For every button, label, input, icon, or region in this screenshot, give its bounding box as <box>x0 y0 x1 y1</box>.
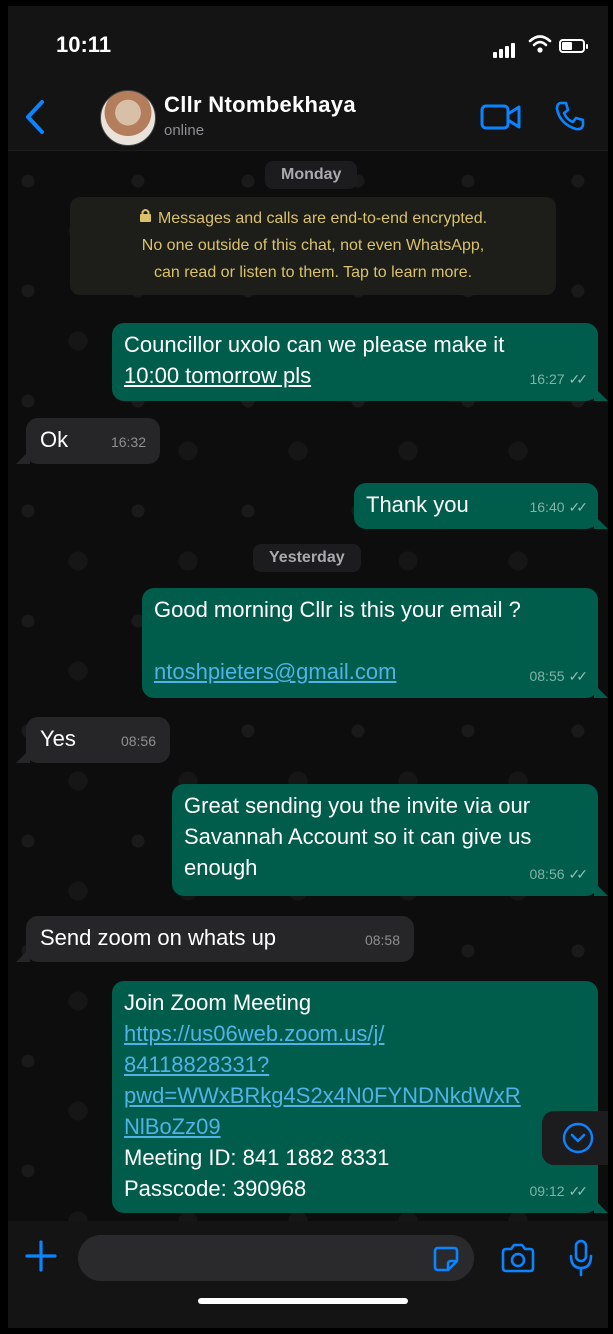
lock-icon <box>139 205 152 232</box>
message-meta: 08:56 <box>121 726 156 757</box>
message-meta: 08:55 ✓✓ <box>529 661 589 692</box>
message-time: 08:58 <box>364 932 400 948</box>
outgoing-message[interactable]: Good morning Cllr is this your email ? n… <box>142 588 608 698</box>
encryption-line: No one outside of this chat, not even Wh… <box>141 237 485 255</box>
chevron-down-icon <box>562 1122 594 1154</box>
read-ticks-icon: ✓✓ <box>568 371 589 387</box>
read-ticks-icon: ✓✓ <box>568 499 589 515</box>
message-meta: 09:12 ✓✓ <box>529 1176 589 1207</box>
message-meta: 16:32 <box>111 427 146 458</box>
encryption-line: can read or listen to them. Tap to learn… <box>153 264 473 282</box>
zoom-link[interactable]: https://us06web.zoom.us/j/ <box>124 1018 586 1049</box>
zoom-link[interactable]: pwd=WWxBRkg4S2x4N0FYNDNkdWxR <box>124 1080 586 1111</box>
microphone-icon[interactable] <box>568 1239 594 1277</box>
message-text: Good morning Cllr is this your email ? <box>154 597 521 622</box>
chat-screen: 10:11 Cllr Ntombekhaya online Monday Mes… <box>8 6 608 1328</box>
message-meta: 16:40 ✓✓ <box>529 492 589 523</box>
message-meta: 08:56 ✓✓ <box>529 859 589 890</box>
message-time: 16:40 <box>529 499 565 515</box>
message-time: 16:32 <box>110 434 146 450</box>
meeting-id: Meeting ID: 841 1882 8331 <box>124 1145 390 1170</box>
message-meta: 16:27 ✓✓ <box>529 364 589 395</box>
encryption-notice[interactable]: Messages and calls are end-to-end encryp… <box>70 197 556 295</box>
zoom-link[interactable]: NlBoZz09 <box>124 1111 586 1142</box>
outgoing-message[interactable]: Great sending you the invite via our Sav… <box>172 784 608 896</box>
sticker-icon[interactable] <box>432 1245 460 1273</box>
email-link[interactable]: ntoshpieters@gmail.com <box>154 656 396 687</box>
contact-status: online <box>164 122 205 139</box>
message-meta: 08:58 <box>365 925 400 956</box>
home-indicator[interactable] <box>198 1298 408 1304</box>
contact-avatar[interactable] <box>100 90 156 146</box>
message-time: 16:27 <box>529 371 565 387</box>
message-text: Join Zoom Meeting <box>124 990 312 1015</box>
incoming-message[interactable]: Send zoom on whats up 08:58 <box>16 916 414 962</box>
meeting-passcode: Passcode: 390968 <box>124 1176 307 1201</box>
message-text-time[interactable]: 10:00 tomorrow pls <box>124 360 311 391</box>
contact-name[interactable]: Cllr Ntombekhaya <box>164 92 356 118</box>
battery-icon <box>559 39 588 53</box>
outgoing-message[interactable]: Join Zoom Meeting https://us06web.zoom.u… <box>112 981 608 1213</box>
read-ticks-icon: ✓✓ <box>568 668 589 684</box>
encryption-line: Messages and calls are end-to-end encryp… <box>157 210 488 227</box>
message-text: Councillor uxolo can we please make it <box>124 332 505 357</box>
voice-call-icon[interactable] <box>554 100 586 132</box>
back-chevron-icon[interactable] <box>22 98 48 136</box>
date-separator: Yesterday <box>253 544 361 572</box>
read-ticks-icon: ✓✓ <box>568 1183 589 1199</box>
camera-icon[interactable] <box>500 1243 536 1273</box>
read-ticks-icon: ✓✓ <box>568 866 589 882</box>
video-call-icon[interactable] <box>480 102 522 132</box>
outgoing-message[interactable]: Thank you 16:40 ✓✓ <box>354 483 608 529</box>
chat-header: Cllr Ntombekhaya online <box>8 86 608 151</box>
status-bar: 10:11 <box>8 6 608 86</box>
message-text: Great sending you the invite via our <box>184 793 531 818</box>
wifi-icon <box>528 35 552 53</box>
message-time: 08:55 <box>529 668 565 684</box>
status-time: 10:11 <box>56 32 112 57</box>
message-text: Savannah Account so it can give us <box>184 824 532 849</box>
incoming-message[interactable]: Ok 16:32 <box>16 418 160 464</box>
zoom-link[interactable]: 84118828331? <box>124 1049 586 1080</box>
outgoing-message[interactable]: Councillor uxolo can we please make it 1… <box>112 323 608 401</box>
message-time: 09:12 <box>529 1183 565 1199</box>
message-time: 08:56 <box>529 866 565 882</box>
scroll-to-bottom-button[interactable] <box>542 1111 608 1165</box>
incoming-message[interactable]: Yes 08:56 <box>16 717 170 763</box>
input-bar <box>8 1221 608 1328</box>
plus-icon[interactable] <box>24 1239 58 1273</box>
message-list[interactable]: Monday Messages and calls are end-to-end… <box>8 151 608 1221</box>
message-input[interactable] <box>78 1235 474 1281</box>
message-time: 08:56 <box>120 733 156 749</box>
message-text: enough <box>184 855 258 880</box>
message-text: Send zoom on whats up <box>40 925 277 950</box>
date-separator: Monday <box>265 161 358 189</box>
cellular-signal-icon <box>493 40 517 58</box>
